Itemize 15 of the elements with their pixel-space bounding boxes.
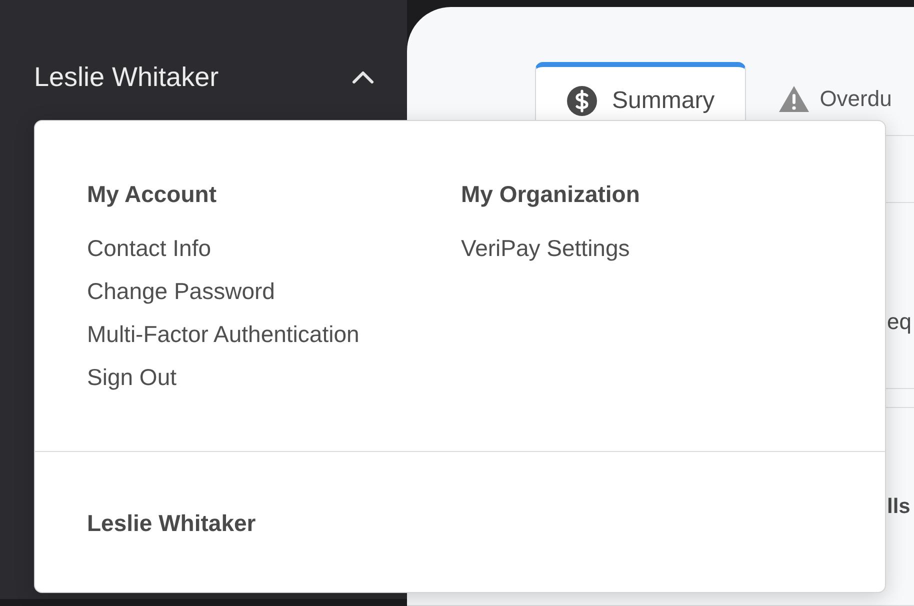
row-text: lls (887, 494, 910, 520)
warning-icon (778, 84, 810, 112)
menu-link[interactable]: Change Password (87, 270, 461, 312)
menu-link[interactable]: Multi-Factor Authentication (87, 312, 461, 356)
menu-heading: My Organization (461, 180, 641, 209)
row-text: eq (887, 308, 912, 336)
dollar-icon (566, 84, 598, 116)
chevron-up-icon[interactable] (351, 69, 375, 86)
menu-link[interactable]: VeriPay Settings (461, 226, 835, 270)
tab[interactable]: Overdu (758, 62, 892, 135)
menu-link[interactable]: Contact Info (87, 226, 461, 270)
footer-user-name: Leslie Whitaker (87, 510, 256, 536)
menu-link[interactable]: Sign Out (87, 356, 461, 398)
user-name[interactable]: Leslie Whitaker (34, 57, 219, 98)
menu-heading: My Account (87, 180, 218, 209)
